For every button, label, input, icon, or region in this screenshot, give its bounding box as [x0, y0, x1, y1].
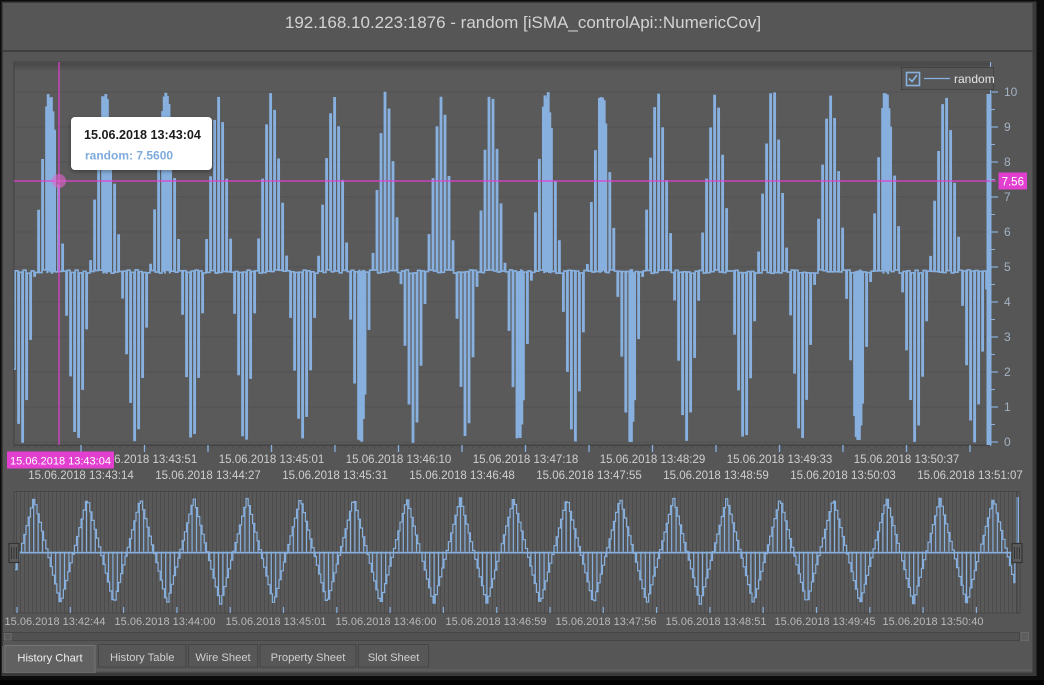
svg-text:15.06.2018 13:43:04: 15.06.2018 13:43:04	[10, 456, 111, 468]
svg-text:15.06.2018 13:42:44: 15.06.2018 13:42:44	[5, 616, 106, 628]
svg-text:9: 9	[1004, 120, 1011, 134]
svg-text:0: 0	[1004, 435, 1011, 449]
svg-text:8: 8	[1004, 155, 1011, 169]
svg-text:Wire Sheet: Wire Sheet	[195, 652, 251, 664]
svg-text:15.06.2018 13:49:45: 15.06.2018 13:49:45	[775, 616, 876, 628]
svg-text:15.06.2018 13:50:03: 15.06.2018 13:50:03	[790, 470, 896, 482]
svg-text:1: 1	[1004, 400, 1011, 414]
svg-text:15.06.2018 13:48:51: 15.06.2018 13:48:51	[666, 616, 767, 628]
svg-text:15.06.2018 13:45:01: 15.06.2018 13:45:01	[219, 454, 325, 466]
svg-text:7: 7	[1004, 190, 1011, 204]
svg-text:6: 6	[1004, 225, 1011, 239]
svg-text:15.06.2018 13:43:14: 15.06.2018 13:43:14	[28, 470, 134, 482]
svg-text:random: 7.5600: random: 7.5600	[85, 149, 173, 163]
svg-text:random: random	[954, 72, 995, 86]
svg-text:15.06.2018 13:48:59: 15.06.2018 13:48:59	[663, 470, 769, 482]
svg-text:10: 10	[1004, 85, 1018, 99]
svg-text:15.06.2018 13:45:31: 15.06.2018 13:45:31	[282, 470, 388, 482]
svg-text:15.06.2018 13:44:00: 15.06.2018 13:44:00	[115, 616, 216, 628]
svg-text:5: 5	[1004, 260, 1011, 274]
svg-text:2: 2	[1004, 365, 1011, 379]
svg-text:15.06.2018 13:46:59: 15.06.2018 13:46:59	[446, 616, 547, 628]
svg-text:15.06.2018 13:44:27: 15.06.2018 13:44:27	[155, 470, 261, 482]
svg-text:3: 3	[1004, 330, 1011, 344]
svg-text:15.06.2018 13:48:29: 15.06.2018 13:48:29	[600, 454, 706, 466]
svg-text:15.06.2018 13:46:48: 15.06.2018 13:46:48	[409, 470, 515, 482]
svg-text:192.168.10.223:1876 - random [: 192.168.10.223:1876 - random [iSMA_contr…	[285, 13, 761, 32]
svg-text:15.06.2018 13:47:56: 15.06.2018 13:47:56	[556, 616, 657, 628]
svg-text:15.06.2018 13:46:00: 15.06.2018 13:46:00	[336, 616, 437, 628]
svg-text:Property Sheet: Property Sheet	[271, 652, 347, 664]
svg-text:7.56: 7.56	[1002, 177, 1024, 189]
svg-text:15.06.2018 13:46:10: 15.06.2018 13:46:10	[346, 454, 452, 466]
svg-text:15.06.2018 13:51:07: 15.06.2018 13:51:07	[917, 470, 1023, 482]
svg-text:15.06.2018 13:50:40: 15.06.2018 13:50:40	[883, 616, 984, 628]
svg-text:15.06.2018 13:47:55: 15.06.2018 13:47:55	[536, 470, 642, 482]
svg-text:15.06.2018 13:47:18: 15.06.2018 13:47:18	[473, 454, 579, 466]
svg-text:History Table: History Table	[110, 652, 174, 664]
svg-text:15.06.2018 13:49:33: 15.06.2018 13:49:33	[727, 454, 833, 466]
svg-text:15.06.2018 13:45:01: 15.06.2018 13:45:01	[226, 616, 327, 628]
svg-text:Slot Sheet: Slot Sheet	[368, 652, 421, 664]
svg-text:15.06.2018 13:43:04: 15.06.2018 13:43:04	[84, 128, 201, 142]
svg-text:History Chart: History Chart	[17, 653, 83, 665]
svg-text:4: 4	[1004, 295, 1011, 309]
svg-text:15.06.2018 13:50:37: 15.06.2018 13:50:37	[854, 454, 960, 466]
